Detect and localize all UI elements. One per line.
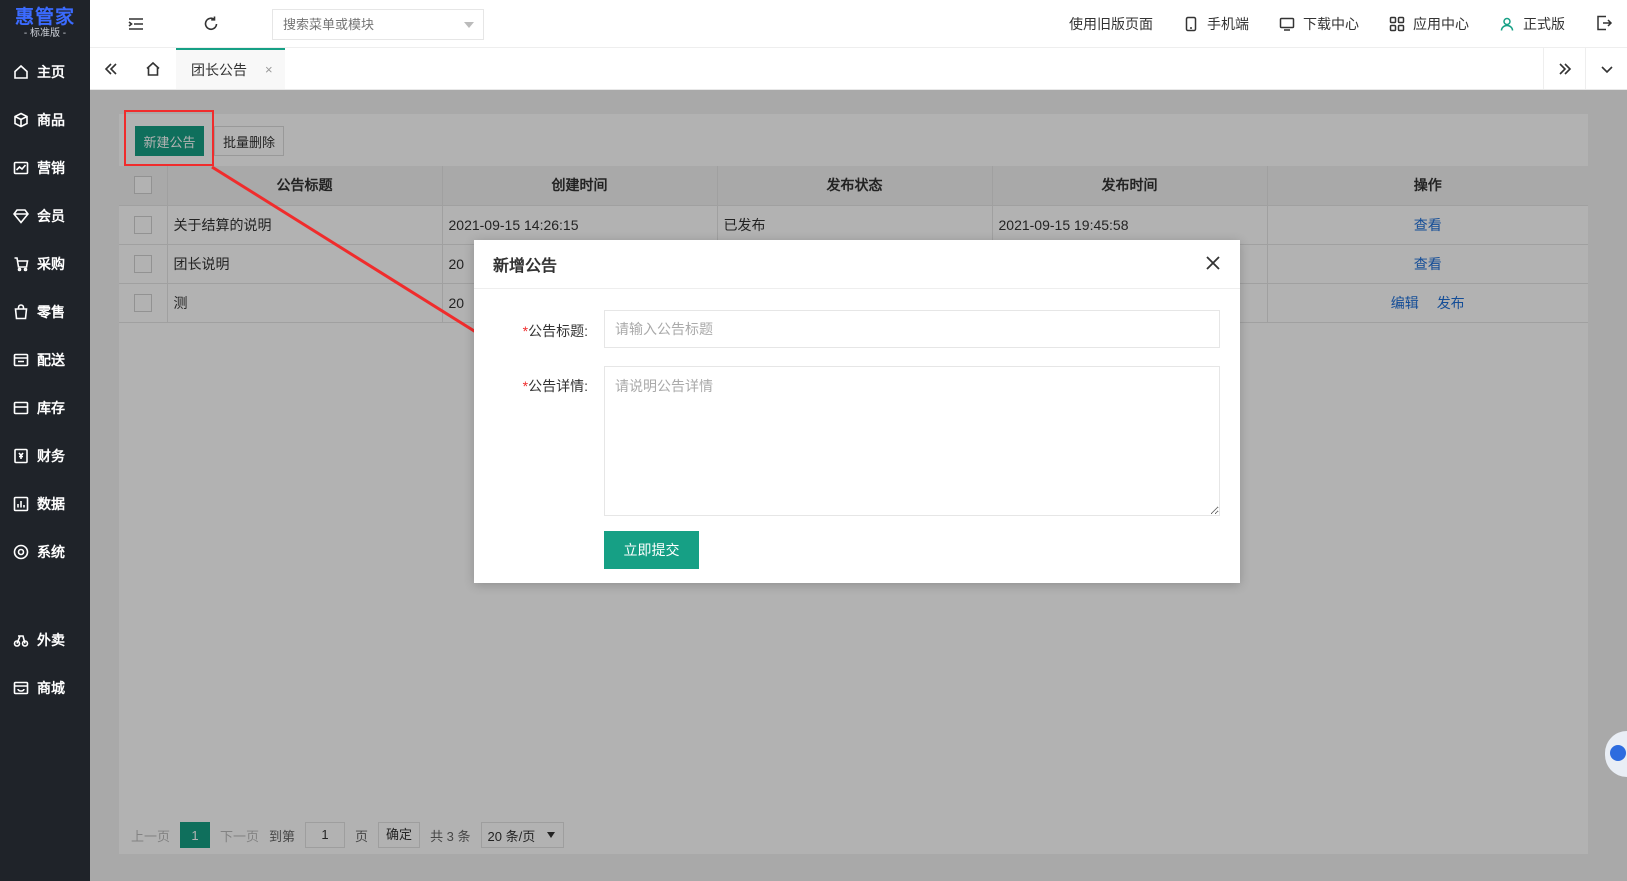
tab-bar: 团长公告 × [90,48,1627,90]
tabs-menu-button[interactable] [1585,48,1627,89]
old-page-label: 使用旧版页面 [1069,16,1153,32]
sidebar-item-label: 商城 [37,680,65,696]
detail-field-label: *公告详情: [522,378,588,394]
user-icon [1500,17,1514,31]
settings-icon [13,544,29,560]
sidebar-item-delivery[interactable]: 配送 [0,336,90,384]
sidebar-item-retail[interactable]: 零售 [0,288,90,336]
sidebar-item-label: 配送 [37,352,65,368]
top-header: 使用旧版页面 手机端 下载中心 应用中心 正式版 [90,0,1627,48]
close-icon[interactable] [1204,254,1224,274]
title-field-label: *公告标题: [522,323,588,339]
sidebar-item-label: 系统 [37,544,65,560]
sidebar: 惠管家 - 标准版 - 主页 商品 营销 会员 采购 零售 配送 库存 财务 数… [0,0,90,881]
sidebar-item-label: 数据 [37,496,65,512]
notice-detail-textarea[interactable] [604,366,1220,516]
modal-title: 新增公告 [474,240,1240,289]
sidebar-item-system[interactable]: 系统 [0,528,90,576]
finance-icon [14,448,28,464]
version-label: 正式版 [1523,16,1565,32]
highlight-box [124,110,214,166]
tab-group-leader-notice[interactable]: 团长公告 × [176,48,285,89]
refresh-icon[interactable] [201,14,221,34]
sidebar-item-label: 库存 [37,400,65,416]
sidebar-item-member[interactable]: 会员 [0,192,90,240]
double-chevron-right-icon [1558,62,1571,75]
search-input[interactable] [273,10,483,39]
app-center-link[interactable]: 应用中心 [1389,14,1469,34]
apps-label: 应用中心 [1413,16,1469,32]
menu-search[interactable] [272,9,484,40]
new-notice-modal: 新增公告 *公告标题: *公告详情: 立即提交 [474,240,1240,583]
home-icon [14,64,28,79]
sidebar-item-label: 采购 [37,256,65,272]
sidebar-item-label: 主页 [37,64,65,80]
sidebar-item-takeaway[interactable]: 外卖 [0,616,90,664]
sidebar-item-goods[interactable]: 商品 [0,96,90,144]
home-icon [146,61,160,76]
old-page-link[interactable]: 使用旧版页面 [1069,14,1153,34]
user-menu[interactable]: 正式版 [1499,14,1565,34]
sidebar-item-home[interactable]: 主页 [0,48,90,96]
submit-button[interactable]: 立即提交 [604,531,699,569]
sidebar-item-marketing[interactable]: 营销 [0,144,90,192]
sidebar-item-purchase[interactable]: 采购 [0,240,90,288]
download-label: 下载中心 [1303,16,1359,32]
delivery-icon [13,353,29,367]
sidebar-item-label: 零售 [37,304,65,320]
sidebar-item-finance[interactable]: 财务 [0,432,90,480]
tabs-scroll-right-button[interactable] [1543,48,1585,89]
download-center-link[interactable]: 下载中心 [1279,14,1359,34]
sidebar-item-label: 营销 [37,160,65,176]
logout-icon [1597,15,1613,30]
logout-button[interactable] [1595,14,1613,35]
monitor-icon [1279,17,1295,31]
menu-collapse-icon[interactable] [126,14,146,34]
double-chevron-left-icon [104,62,117,75]
takeaway-icon [13,635,29,647]
mobile-label: 手机端 [1207,16,1249,32]
bar-chart-icon [13,496,29,512]
bag-icon [14,304,28,320]
logo[interactable]: 惠管家 - 标准版 - [0,0,90,48]
sidebar-item-label: 商品 [37,112,65,128]
home-tab[interactable] [132,48,174,89]
sidebar-item-label: 财务 [37,448,65,464]
inventory-icon [13,401,29,415]
sidebar-item-label: 外卖 [37,632,65,648]
mobile-icon [1185,16,1197,32]
close-icon[interactable]: × [265,62,273,77]
logo-text: 惠管家 [14,7,75,28]
chart-line-icon [13,161,29,175]
tab-label: 团长公告 [191,61,247,78]
chevron-down-icon [464,22,474,28]
store-icon [13,681,29,695]
chevron-down-icon [1600,65,1613,73]
mobile-link[interactable]: 手机端 [1183,14,1249,34]
purchase-icon [14,257,29,272]
notice-title-input[interactable] [604,310,1220,348]
logo-subtitle: - 标准版 - [23,28,67,39]
diamond-icon [13,209,29,224]
sidebar-item-data[interactable]: 数据 [0,480,90,528]
sidebar-item-mall[interactable]: 商城 [0,664,90,712]
box-icon [14,112,28,128]
tabs-scroll-left-button[interactable] [90,48,132,89]
sidebar-item-label: 会员 [37,208,65,224]
apps-grid-icon [1389,16,1405,32]
sidebar-item-inventory[interactable]: 库存 [0,384,90,432]
